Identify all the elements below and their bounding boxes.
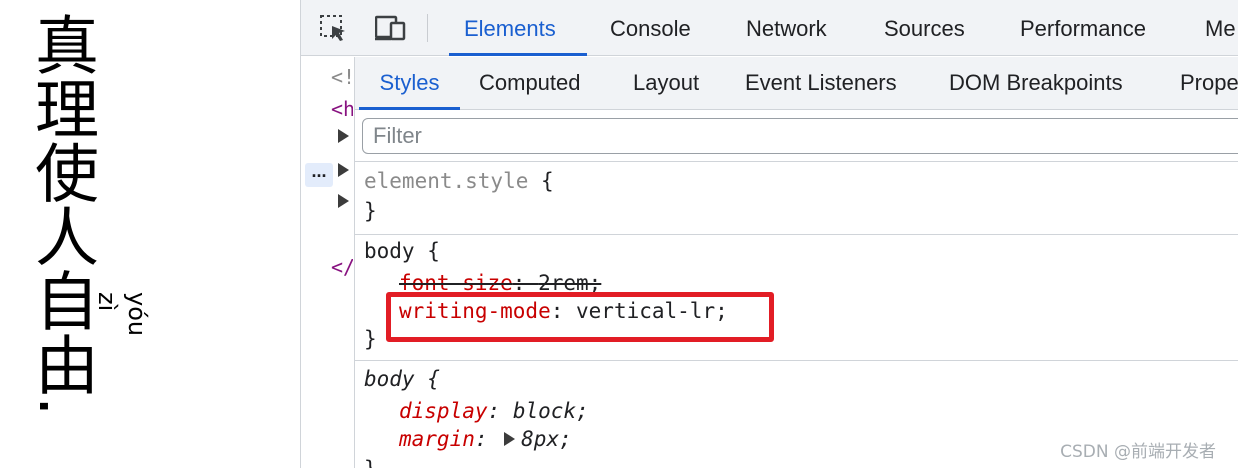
ruby-you: yóu	[123, 292, 151, 337]
rule-selector[interactable]: element.style	[364, 169, 528, 193]
styles-subtab-bar: Styles Computed Layout Event Listeners D…	[355, 57, 1238, 110]
ruby-zi: zì	[93, 292, 121, 312]
subtab-dom-breakpoints[interactable]: DOM Breakpoints	[949, 57, 1123, 110]
subtab-computed[interactable]: Computed	[479, 57, 581, 110]
property-name[interactable]: display	[399, 399, 488, 423]
subtab-event-listeners[interactable]: Event Listeners	[745, 57, 897, 110]
declaration-margin[interactable]: margin: 8px;	[399, 425, 572, 454]
styles-pane: Styles Computed Layout Event Listeners D…	[354, 57, 1238, 468]
tab-network[interactable]: Network	[746, 0, 827, 56]
tab-sources[interactable]: Sources	[884, 0, 965, 56]
tab-console[interactable]: Console	[610, 0, 691, 56]
expand-head-icon[interactable]	[338, 129, 349, 143]
toolbar-separator	[427, 14, 428, 42]
page-preview: 真理使人自由. zì yóu	[0, 0, 300, 468]
property-value[interactable]: block;	[513, 399, 589, 423]
subtab-properties-truncated[interactable]: Prope	[1180, 57, 1238, 110]
rule-open-brace: {	[414, 367, 440, 391]
inspect-element-icon[interactable]	[319, 14, 349, 42]
device-toolbar-icon[interactable]	[374, 14, 406, 42]
rule-close-brace: }	[364, 457, 377, 468]
tab-elements[interactable]: Elements	[449, 0, 587, 56]
tab-performance[interactable]: Performance	[1020, 0, 1146, 56]
subtab-styles[interactable]: Styles	[359, 57, 460, 110]
expand-shorthand-icon[interactable]	[504, 432, 516, 446]
rule-open-brace: {	[528, 169, 554, 193]
property-value[interactable]: 8px;	[521, 427, 572, 451]
rule-selector[interactable]: body	[364, 367, 415, 391]
dom-tree: <! <h ... </	[301, 57, 353, 468]
rule-open-brace: {	[414, 239, 440, 263]
vertical-text: 真理使人自由.	[24, 12, 98, 417]
declaration-display[interactable]: display: block;	[399, 397, 589, 426]
dom-html-tag[interactable]: <h	[331, 97, 353, 121]
rule-element-style: element.style { }	[355, 163, 1238, 235]
property-name[interactable]: margin	[399, 427, 475, 451]
watermark: CSDN @前端开发者	[1060, 442, 1216, 462]
main-tab-bar: Elements Console Network Sources Perform…	[301, 0, 1238, 56]
subtab-layout[interactable]: Layout	[633, 57, 699, 110]
dom-doctype[interactable]: <!	[331, 65, 353, 89]
expand-child-icon[interactable]	[338, 194, 349, 208]
ruby-annotation: zì yóu	[92, 292, 152, 336]
devtools-panel: Elements Console Network Sources Perform…	[300, 0, 1238, 468]
filter-bar	[355, 110, 1238, 162]
highlight-annotation-box	[386, 292, 774, 342]
rule-close-brace: }	[364, 199, 377, 223]
dom-html-close[interactable]: </	[331, 255, 353, 279]
expand-body-icon[interactable]	[338, 163, 349, 177]
tab-memory-truncated[interactable]: Me	[1205, 0, 1238, 56]
rule-selector[interactable]: body	[364, 239, 415, 263]
filter-input[interactable]	[362, 118, 1238, 154]
rule-close-brace: }	[364, 327, 377, 351]
selected-node-marker[interactable]: ...	[305, 162, 333, 187]
